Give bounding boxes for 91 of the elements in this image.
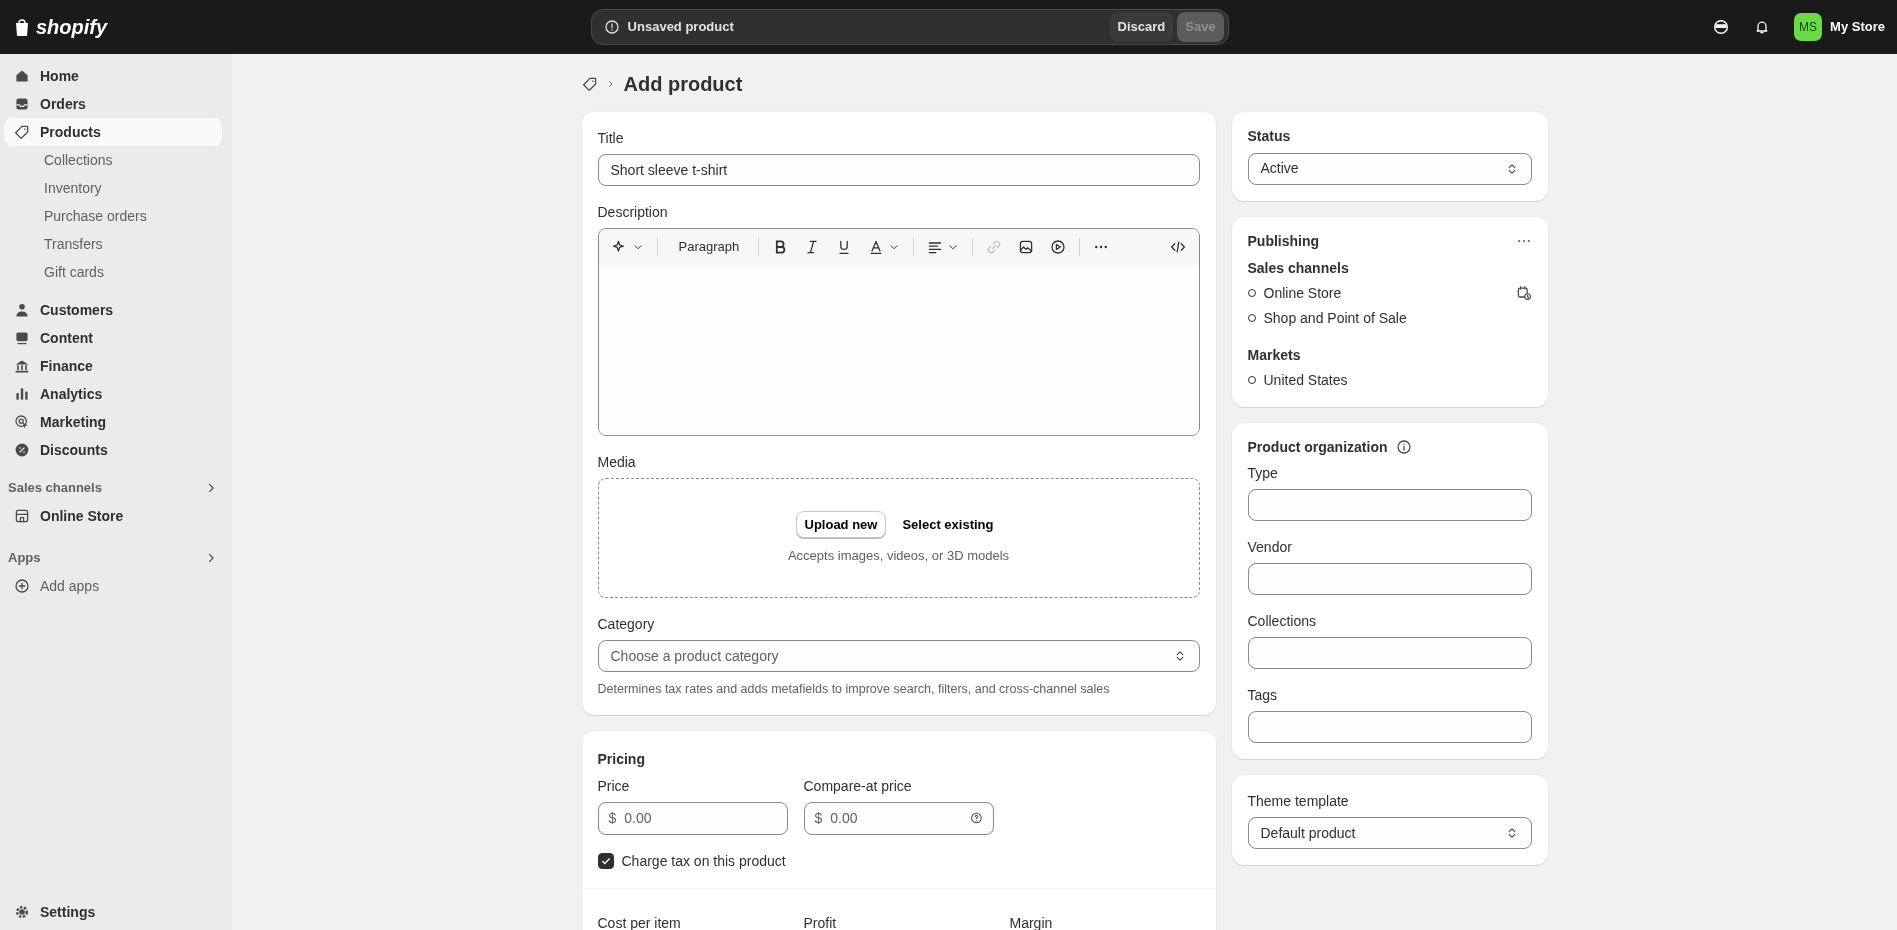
sidebar-item[interactable]: Orders bbox=[4, 90, 222, 118]
checkbox-label: Charge tax on this product bbox=[621, 851, 786, 871]
discard-button[interactable]: Discard bbox=[1109, 12, 1174, 42]
channel-name: Shop and Point of Sale bbox=[1263, 308, 1407, 328]
sidebar-item[interactable]: Products bbox=[4, 118, 222, 146]
field-label: Cost per item bbox=[597, 913, 682, 930]
input-field[interactable] bbox=[1247, 489, 1532, 522]
field-label: Category bbox=[597, 615, 656, 634]
sidebar-subitem[interactable]: Collections bbox=[4, 146, 222, 174]
input-field[interactable] bbox=[1247, 637, 1532, 670]
card-title: Pricing bbox=[597, 749, 646, 768]
sidebar-item[interactable]: Home bbox=[4, 62, 222, 90]
price-input[interactable]: $ 0.00 bbox=[597, 801, 788, 835]
link-icon bbox=[985, 239, 1002, 255]
percent-badge-icon bbox=[14, 442, 30, 458]
tag-icon[interactable] bbox=[581, 76, 598, 92]
sidebar-item[interactable]: Add apps bbox=[4, 572, 222, 600]
sidebar-subitem[interactable]: Gift cards bbox=[4, 258, 222, 286]
video-icon bbox=[1049, 239, 1066, 255]
upload-button[interactable]: Upload new bbox=[795, 510, 887, 538]
logo-text: shopify bbox=[36, 15, 108, 40]
storefront-icon bbox=[14, 508, 30, 524]
target-cursor-icon bbox=[14, 414, 30, 430]
media-dropzone[interactable]: Upload new Select existing Accepts images, videos, or 3D models bbox=[597, 478, 1200, 598]
sidebar-item[interactable]: Marketing bbox=[4, 408, 222, 436]
compare-price-input[interactable]: $ 0.00 bbox=[803, 801, 994, 835]
field-label: Theme template bbox=[1247, 792, 1350, 812]
sidebar-item[interactable]: Settings bbox=[4, 898, 222, 926]
field-label: Collections bbox=[1247, 612, 1317, 632]
currency-prefix: $ bbox=[608, 808, 617, 828]
info-icon[interactable] bbox=[1395, 439, 1412, 455]
card-title: Status bbox=[1247, 128, 1292, 145]
field-label: Compare-at price bbox=[803, 776, 913, 796]
sidebar-subitem[interactable]: Purchase orders bbox=[4, 202, 222, 230]
section-label: Sales channels bbox=[1247, 258, 1350, 278]
field-label: Price bbox=[597, 776, 631, 796]
bank-icon bbox=[14, 358, 30, 374]
input-field[interactable]: 0.00 bbox=[828, 806, 964, 830]
input-field[interactable] bbox=[1247, 563, 1532, 596]
media-hint: Accepts images, videos, or 3D models bbox=[787, 547, 1010, 565]
sidebar-item[interactable]: Customers bbox=[4, 296, 222, 324]
input-field[interactable]: 0.00 bbox=[622, 806, 777, 830]
field-label: Tags bbox=[1247, 686, 1279, 706]
channel-name: Online Store bbox=[1263, 283, 1342, 303]
select-existing-button[interactable]: Select existing bbox=[894, 510, 1002, 538]
field-label: Description bbox=[597, 203, 669, 222]
home-icon bbox=[14, 68, 30, 84]
section-label: Markets bbox=[1247, 345, 1302, 365]
field-label: Profit bbox=[803, 913, 838, 930]
sidebar-item[interactable]: Content bbox=[4, 324, 222, 352]
field-label: Title bbox=[597, 129, 625, 148]
store-avatar[interactable]: MS bbox=[1794, 13, 1823, 41]
card-title: Publishing bbox=[1247, 232, 1320, 250]
person-icon bbox=[14, 302, 30, 318]
checkbox[interactable] bbox=[597, 853, 614, 870]
calendar-clock-icon[interactable] bbox=[1515, 285, 1532, 302]
alert-icon bbox=[603, 19, 620, 35]
field-label: Type bbox=[1247, 464, 1279, 484]
align-icon bbox=[926, 239, 943, 255]
sidebar-item[interactable]: Online Store bbox=[4, 502, 222, 530]
status-select[interactable]: Active bbox=[1247, 152, 1532, 185]
sidebar-subitem[interactable]: Transfers bbox=[4, 230, 222, 258]
input-field[interactable] bbox=[1247, 711, 1532, 744]
section-heading: Apps bbox=[8, 549, 41, 568]
market-name: United States bbox=[1263, 370, 1348, 390]
paragraph-format-dropdown[interactable]: Paragraph bbox=[667, 235, 748, 259]
store-name[interactable]: My Store bbox=[1830, 17, 1885, 37]
theme-template-select[interactable]: Default product bbox=[1247, 817, 1532, 850]
sidebar-item[interactable]: Analytics bbox=[4, 380, 222, 408]
bar-chart-icon bbox=[14, 386, 30, 402]
field-label: Margin bbox=[1009, 913, 1054, 930]
category-help-text: Determines tax rates and adds metafields to improve search, filters, and cross-channel sales bbox=[597, 681, 1111, 698]
field-label: Media bbox=[597, 453, 637, 472]
image-icon bbox=[1017, 239, 1034, 255]
sidebar-subitem[interactable]: Inventory bbox=[4, 174, 222, 202]
inbox-icon bbox=[14, 96, 30, 112]
sidebar-item[interactable]: Finance bbox=[4, 352, 222, 380]
field-label: Vendor bbox=[1247, 538, 1293, 558]
title-input[interactable]: Short sleeve t-shirt bbox=[597, 154, 1200, 186]
category-select[interactable]: Choose a product category bbox=[597, 640, 1200, 672]
unsaved-message: Unsaved product bbox=[627, 18, 734, 37]
card-title: Product organization bbox=[1247, 438, 1388, 456]
gear-icon bbox=[14, 904, 30, 920]
plus-circle-icon bbox=[14, 578, 30, 594]
page-title: Add product bbox=[623, 72, 743, 96]
sidebar-item[interactable]: Discounts bbox=[4, 436, 222, 464]
description-editor[interactable]: Paragraph bbox=[597, 228, 1200, 436]
code-icon bbox=[1169, 239, 1186, 255]
tag-icon bbox=[14, 124, 30, 140]
section-heading: Sales channels bbox=[8, 479, 102, 498]
currency-prefix: $ bbox=[814, 808, 823, 828]
